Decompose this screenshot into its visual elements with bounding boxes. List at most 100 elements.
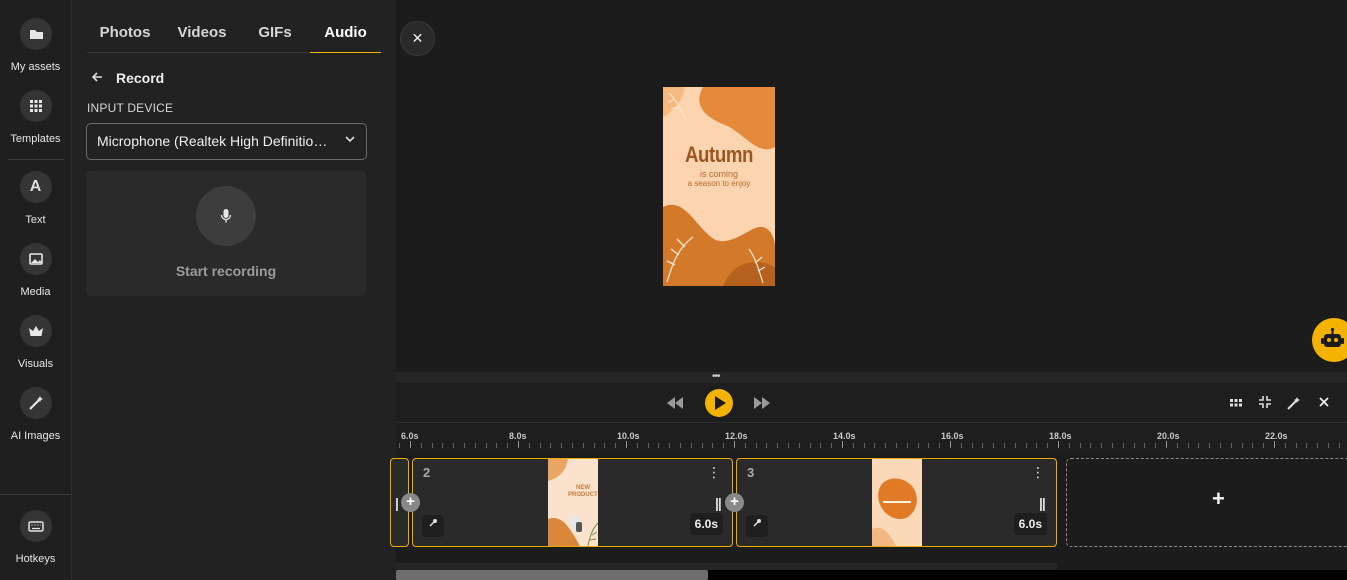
ruler-tick	[831, 443, 833, 448]
rail-label: Hotkeys	[15, 553, 56, 565]
ruler-tick	[788, 443, 789, 448]
play-icon	[705, 389, 733, 417]
rail-item-hotkeys[interactable]: Hotkeys	[0, 510, 71, 565]
ruler-tick	[712, 443, 714, 448]
ruler-tick	[572, 443, 573, 448]
ruler-tick	[798, 443, 800, 448]
ruler-tick	[658, 443, 660, 448]
timeline-resize-bar[interactable]	[396, 372, 1347, 383]
ruler-tick	[507, 443, 509, 448]
ruler-tick	[1025, 443, 1027, 448]
ruler-tick	[993, 443, 995, 448]
tab-gifs[interactable]: GIFs	[240, 16, 310, 53]
ruler-tick	[496, 443, 498, 448]
ruler-tick	[615, 443, 617, 448]
more-vertical-icon[interactable]: ⋮	[707, 465, 721, 479]
media-tabs: Photos Videos GIFs Audio	[87, 16, 381, 53]
rail-label: Media	[20, 286, 51, 298]
arrow-left-icon[interactable]	[90, 70, 110, 87]
ruler-tick	[971, 443, 973, 448]
canvas-headline: Autumn	[684, 142, 754, 167]
thumbnail-image	[548, 459, 598, 546]
magic-wand-button[interactable]	[1286, 395, 1302, 416]
ruler-label: 6.0s	[401, 431, 419, 441]
input-device-select[interactable]: Microphone (Realtek High Definition Audi…	[86, 123, 367, 160]
magic-wand-icon	[1287, 397, 1300, 410]
ruler-tick	[1144, 443, 1146, 448]
ruler-tick	[561, 443, 563, 448]
rail-item-media[interactable]: Media	[0, 243, 71, 298]
ruler-tick	[582, 443, 584, 448]
tab-photos[interactable]: Photos	[87, 16, 163, 53]
ruler-tick	[474, 443, 476, 448]
clip-duration: 6.0s	[689, 513, 723, 535]
ai-assistant-button[interactable]	[1312, 318, 1347, 362]
ruler-tick	[1209, 443, 1211, 448]
add-transition-button[interactable]: +	[401, 493, 420, 512]
design-canvas[interactable]: Autumn is coming a season to enjoy	[663, 87, 775, 286]
resize-handle-icon[interactable]: ||	[715, 495, 722, 511]
ruler-tick	[1133, 443, 1135, 448]
collapse-button[interactable]	[1258, 395, 1272, 414]
ruler-label: 16.0s	[941, 431, 964, 441]
preview-area	[396, 0, 1347, 372]
rail-item-text[interactable]: A Text	[0, 171, 71, 226]
drag-handle-icon[interactable]: •••	[712, 372, 720, 382]
chevron-down-icon	[344, 133, 356, 148]
image-icon	[19, 243, 52, 275]
rail-item-my-assets[interactable]: My assets	[0, 18, 71, 73]
start-recording-button[interactable]: Start recording	[86, 171, 366, 296]
timeline-ruler[interactable]: 6.0s 8.0s 10.0s 12.0s 14.0s 16.0s 18.0s 20.0s 22…	[396, 424, 1347, 454]
tab-audio[interactable]: Audio	[310, 16, 381, 53]
rail-label: Templates	[10, 133, 61, 145]
left-rail: My assets Templates A Text Media Visuals…	[0, 0, 72, 580]
add-clip-button[interactable]: +	[1066, 458, 1347, 547]
ruler-tick	[1166, 441, 1167, 448]
folder-icon	[19, 18, 52, 50]
add-transition-button[interactable]: +	[725, 493, 744, 512]
close-timeline-button[interactable]	[1317, 395, 1331, 414]
mic-icon[interactable]	[422, 515, 444, 537]
close-icon: ✕	[411, 30, 424, 46]
fast-forward-button[interactable]	[753, 394, 771, 417]
rail-label: Text	[25, 214, 46, 226]
rail-item-ai-images[interactable]: AI Images	[0, 387, 71, 442]
ruler-tick	[960, 443, 962, 448]
ruler-tick	[604, 443, 606, 448]
ruler-tick	[852, 443, 854, 448]
ruler-tick	[539, 443, 541, 448]
rail-item-templates[interactable]: Templates	[0, 90, 71, 145]
grid-icon	[1230, 399, 1242, 407]
ruler-tick	[626, 441, 627, 448]
play-button[interactable]	[704, 388, 734, 423]
magic-wand-icon	[19, 387, 52, 419]
timeline-clip-2[interactable]: 2 NEW PRODUCTS ⋮ 6.0s	[412, 458, 733, 547]
clip-thumbnail	[872, 459, 922, 546]
rail-item-visuals[interactable]: Visuals	[0, 315, 71, 370]
ruler-tick	[777, 443, 779, 448]
ruler-tick	[420, 443, 422, 448]
rewind-button[interactable]	[666, 394, 684, 417]
ruler-tick	[928, 443, 930, 448]
grid-view-button[interactable]	[1229, 396, 1243, 415]
thumbnail-line: NEW	[576, 485, 590, 491]
timeline-scrollbar[interactable]	[396, 570, 708, 580]
ruler-label: 12.0s	[725, 431, 748, 441]
mic-icon[interactable]	[746, 515, 768, 537]
more-vertical-icon[interactable]: ⋮	[1031, 465, 1045, 479]
close-panel-button[interactable]: ✕	[400, 21, 435, 56]
ruler-tick	[1317, 443, 1319, 448]
timeline-clip-3[interactable]: 3 ⋮ 6.0s	[736, 458, 1057, 547]
ruler-tick	[896, 443, 897, 448]
ruler-tick	[1230, 443, 1232, 448]
ruler-tick	[1284, 443, 1286, 448]
ruler-tick	[442, 443, 444, 448]
resize-handle-icon[interactable]: ||	[1039, 495, 1046, 511]
tab-videos[interactable]: Videos	[165, 16, 239, 53]
ruler-label: 8.0s	[509, 431, 527, 441]
clip-thumbnail: NEW PRODUCTS	[548, 459, 598, 546]
resize-handle-icon[interactable]: |	[395, 495, 399, 511]
input-device-value: Microphone (Realtek High Definition Audi…	[97, 133, 335, 149]
ruler-tick	[744, 443, 746, 448]
ruler-tick	[1274, 441, 1275, 448]
